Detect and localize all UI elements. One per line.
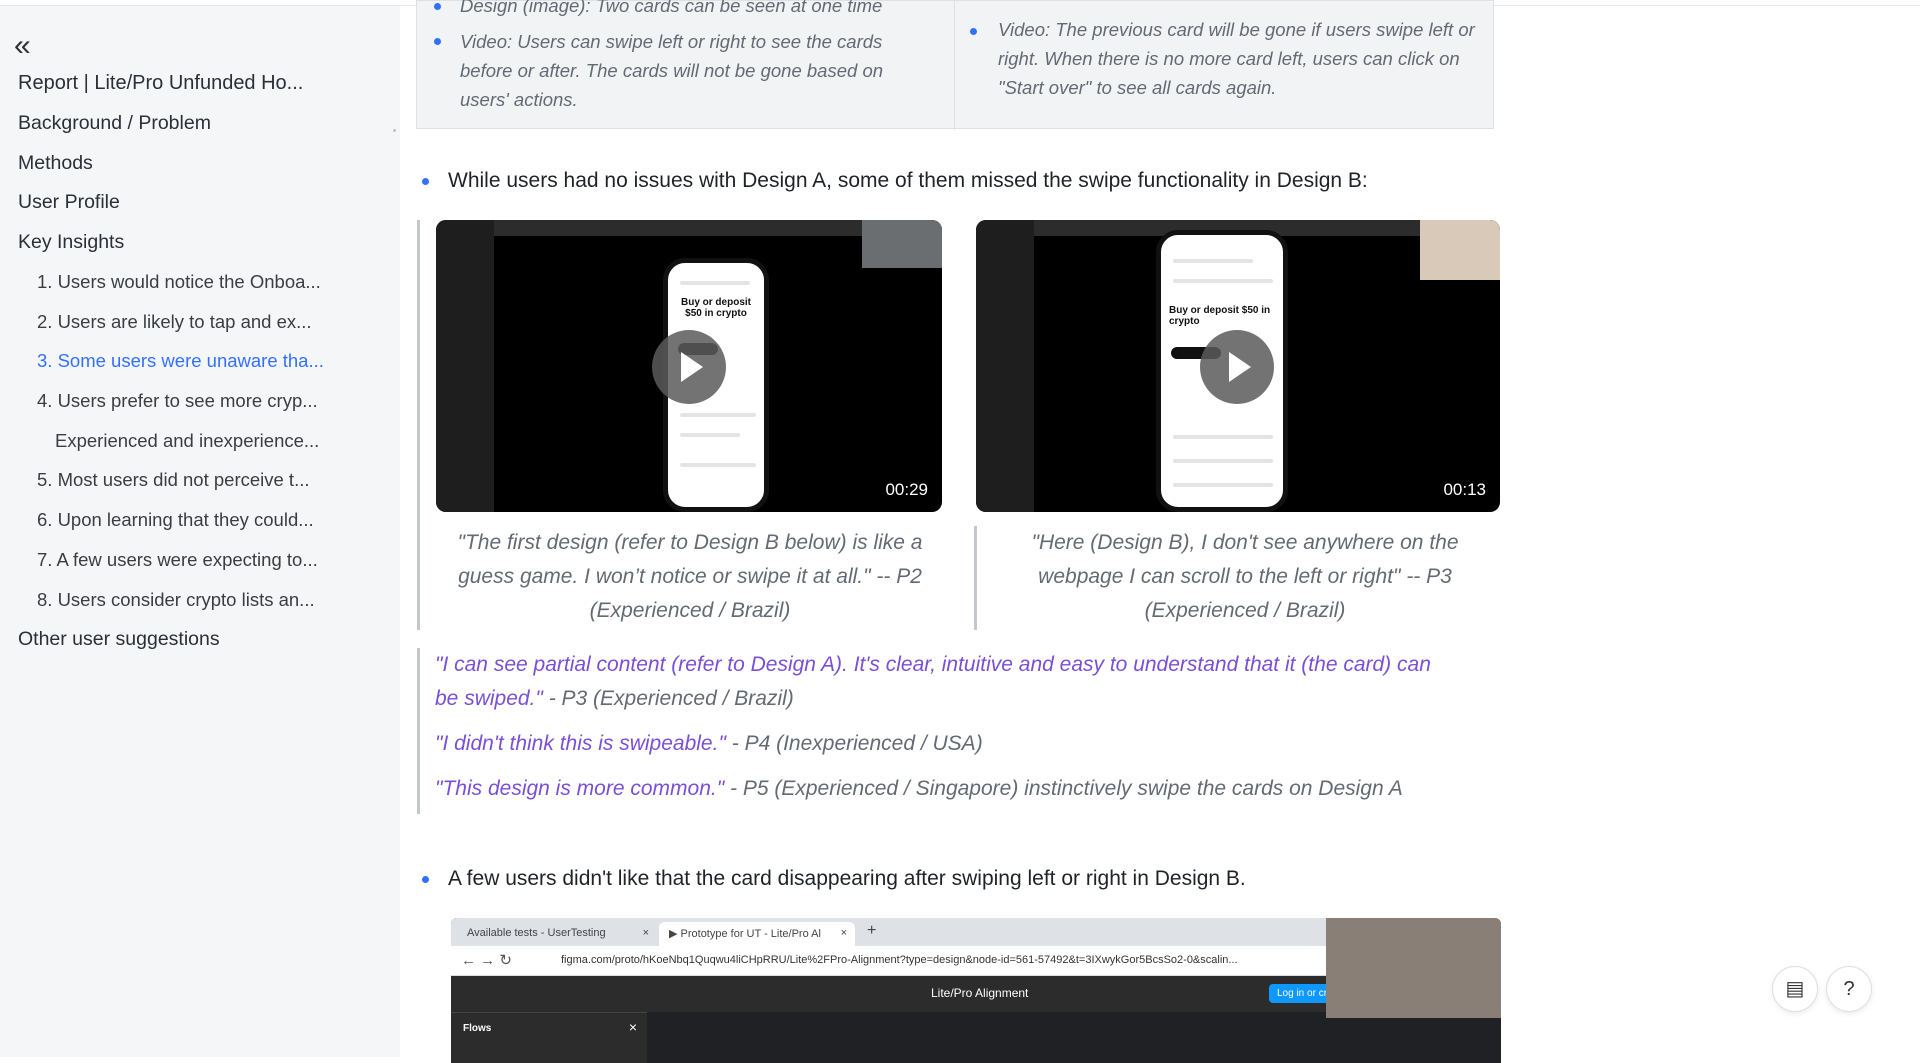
toc-item-insight-2[interactable]: 2. Users are likely to tap and ex... [37,311,312,333]
webcam-thumbnail [862,220,942,268]
quote-p3: "I can see partial content (refer to Des… [435,648,1431,682]
document-outline-icon[interactable]: ▤ [1772,966,1818,1012]
table-bullet [434,38,441,45]
help-icon[interactable]: ? [1826,966,1872,1012]
list-bullet [422,178,429,185]
webcam-thumbnail [1326,918,1501,1018]
video-player-p2[interactable]: Buy or deposit $50 in crypto 00:29 [436,220,942,512]
quote-bar [417,648,420,814]
quote-attribution: - P5 (Experienced / Singapore) instincti… [724,777,1403,800]
close-icon: × [628,1019,637,1035]
toc-item-insight-4[interactable]: 4. Users prefer to see more cryp... [37,390,318,412]
figma-file-title: Lite/Pro Alignment [931,986,1029,1000]
play-icon[interactable] [1200,330,1274,404]
table-cell-left-video: Video: Users can swipe left or right to … [460,31,884,110]
phone-line [680,433,740,437]
toc-item-insight-1[interactable]: 1. Users would notice the Onboa... [37,271,321,293]
quote-text: "This design is more common." [435,777,725,800]
table-cell-left-design: Design (image): Two cards can be seen at… [460,0,883,16]
close-icon: × [642,927,649,939]
list-bullet [422,876,429,883]
close-icon: × [840,927,847,939]
phone-line [1173,435,1273,439]
insight-paragraph-1: While users had no issues with Design A,… [448,169,1368,192]
video-duration: 00:29 [885,480,928,499]
toc-item-report[interactable]: Report | Lite/Pro Unfunded Ho... [18,72,303,95]
video-duration: 00:13 [1443,480,1486,499]
toc-item-insight-3[interactable]: 3. Some users were unaware tha... [37,350,324,372]
toc-item-user-profile[interactable]: User Profile [18,191,120,214]
video-caption-p3: "Here (Design B), I don't see anywhere o… [1031,531,1459,622]
phone-line [1173,279,1273,283]
quote-bar [974,526,977,630]
figma-flows-panel: Flows × [451,1012,647,1063]
quote-bar [417,220,420,630]
table-column-divider [954,1,955,130]
phone-line [680,281,750,285]
phone-line [1173,459,1273,463]
document-body: Design (image): Two cards can be seen at… [400,0,1920,1063]
quote-attribution: - P4 (Inexperienced / USA) [725,732,983,755]
video-frame-sidebar [976,220,1034,512]
phone-line [1173,483,1273,487]
browser-nav-icons: ← → ↻ [461,952,512,969]
quote-text: "I didn't think this is swipeable." [435,732,726,755]
table-cell-right-video: Video: The previous card will be gone if… [998,19,1475,98]
quote-attribution: - P3 (Experienced / Brazil) [542,687,794,710]
toc-item-insight-8[interactable]: 8. Users consider crypto lists an... [37,589,315,611]
webcam-thumbnail [1420,220,1500,280]
insight-paragraph-2: A few users didn't like that the card di… [448,867,1246,890]
collapse-sidebar-icon[interactable]: « [14,31,42,62]
new-tab-icon: + [867,922,877,939]
toc-item-insight-7[interactable]: 7. A few users were expecting to... [37,549,318,571]
toc-item-insight-4-sub[interactable]: Experienced and inexperience... [55,430,319,452]
toc-item-insight-6[interactable]: 6. Upon learning that they could... [37,509,314,531]
play-icon[interactable] [652,330,726,404]
phone-title: Buy or deposit $50 in crypto [1169,305,1271,327]
toc-item-key-insights[interactable]: Key Insights [18,231,124,254]
phone-title: Buy or deposit $50 in crypto [680,297,751,319]
toc-item-insight-5[interactable]: 5. Most users did not perceive t... [37,469,310,491]
design-comparison-table: Design (image): Two cards can be seen at… [416,0,1494,130]
browser-url: figma.com/proto/hKoeNbq1Quqwu4liCHpRRU/L… [561,954,1238,966]
phone-line [680,413,756,417]
toc-item-methods[interactable]: Methods [18,152,93,175]
table-bullet [434,3,441,10]
quote-p5: "This design is more common." - P5 (Expe… [435,772,1403,806]
video-player-p3[interactable]: Buy or deposit $50 in crypto 00:13 [976,220,1500,512]
toc-item-background[interactable]: Background / Problem [18,112,211,135]
quote-text: "I can see partial content (refer to Des… [435,653,1431,676]
browser-tab-usertesting: Available tests - UserTesting × [467,927,649,939]
video-caption-p2: "The first design (refer to Design B bel… [457,531,923,622]
toc-item-other-suggestions[interactable]: Other user suggestions [18,628,220,651]
embedded-screenshot[interactable]: Available tests - UserTesting × ▶ Protot… [451,918,1501,1063]
browser-tab-prototype: ▶ Prototype for UT - Lite/Pro Al × [659,922,855,946]
table-bullet [970,28,977,35]
video-frame-sidebar [436,220,494,512]
phone-line [680,463,756,467]
scroll-indicator [393,129,396,132]
table-of-contents-sidebar: « Report | Lite/Pro Unfunded Ho... Backg… [0,6,400,1057]
quote-p3-continued: be swiped." - P3 (Experienced / Brazil) [435,682,794,716]
quote-p4: "I didn't think this is swipeable." - P4… [435,727,983,761]
quote-text: be swiped." [435,687,543,710]
phone-line [1173,259,1253,263]
